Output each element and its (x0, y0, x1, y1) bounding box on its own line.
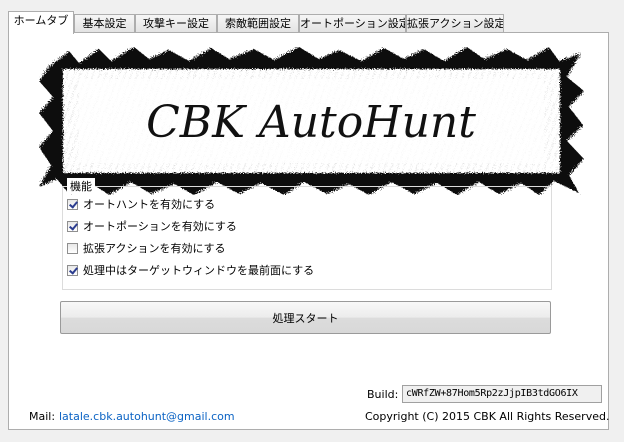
option-auto-hunt[interactable]: オートハントを有効にする (67, 196, 215, 212)
tab-auto-potion-settings[interactable]: オートポーション設定 (299, 14, 406, 32)
copyright-text: Copyright (C) 2015 CBK All Rights Reserv… (365, 410, 610, 423)
mail-label: Mail: (29, 410, 56, 423)
auto-hunt-checkbox[interactable] (67, 198, 78, 210)
tab-home[interactable]: ホームタブ (8, 11, 74, 34)
tab-attack-key-settings[interactable]: 攻撃キー設定 (135, 14, 217, 32)
banner-title: CBK AutoHunt (146, 97, 476, 148)
window-topmost-label: 処理中はターゲットウィンドウを最前面にする (83, 264, 315, 277)
option-auto-potion[interactable]: オートポーションを有効にする (67, 218, 237, 234)
option-extended-action[interactable]: 拡張アクションを有効にする (67, 240, 226, 256)
tab-search-range-settings[interactable]: 索敵範囲設定 (217, 14, 299, 32)
auto-potion-label: オートポーションを有効にする (83, 220, 237, 233)
features-legend: 機能 (67, 178, 95, 194)
cbk-autohunt-banner: CBK AutoHunt (39, 47, 584, 195)
start-processing-button[interactable]: 処理スタート (60, 301, 551, 334)
mail-link[interactable]: latale.cbk.autohunt@gmail.com (59, 410, 235, 423)
home-tab-panel: CBK AutoHunt 機能 オートハントを有効にする オートポーションを有効… (8, 32, 609, 430)
build-id-field[interactable]: cWRfZW+87Hom5Rp2zJjpIB3tdGO6IX (402, 385, 602, 403)
auto-potion-checkbox[interactable] (67, 220, 78, 232)
window-topmost-checkbox[interactable] (67, 264, 78, 276)
tab-basic-settings[interactable]: 基本設定 (74, 14, 135, 32)
extended-action-checkbox[interactable] (67, 242, 78, 254)
auto-hunt-label: オートハントを有効にする (83, 198, 216, 211)
extended-action-label: 拡張アクションを有効にする (83, 242, 226, 255)
build-label: Build: (367, 388, 399, 401)
option-window-topmost[interactable]: 処理中はターゲットウィンドウを最前面にする (67, 262, 314, 278)
tab-extended-action-settings[interactable]: 拡張アクション設定 (406, 14, 504, 32)
